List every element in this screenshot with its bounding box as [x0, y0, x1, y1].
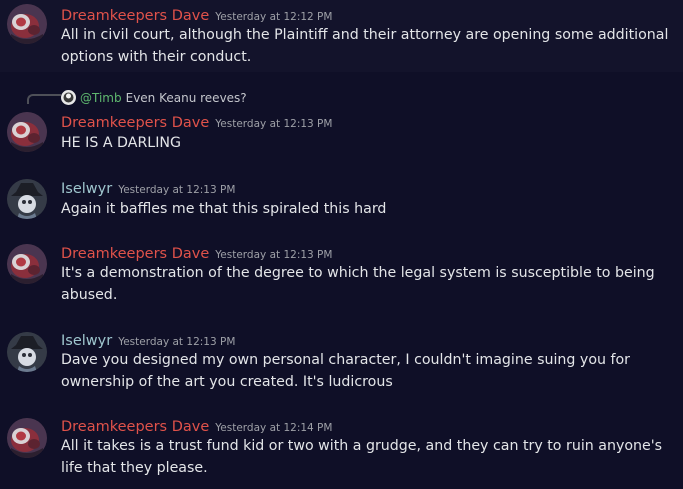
message-item: Dreamkeepers Dave Yesterday at 12:12 PM A…: [0, 0, 683, 72]
avatar-timb: [61, 90, 76, 105]
avatar-dreamkeepers-dave[interactable]: [7, 112, 47, 152]
timestamp[interactable]: Yesterday at 12:13 PM: [215, 249, 332, 261]
message-content: All in civil court, although the Plainti…: [61, 27, 669, 65]
message-header: Iselwyr Yesterday at 12:13 PM: [61, 178, 235, 197]
message-item: Iselwyr Yesterday at 12:13 PM Dave you de…: [0, 327, 683, 399]
username[interactable]: Dreamkeepers Dave: [61, 419, 209, 435]
message-content: All it takes is a trust fund kid or two …: [61, 438, 663, 476]
message-content: It's a demonstration of the degree to wh…: [61, 265, 655, 303]
username[interactable]: Iselwyr: [61, 333, 112, 349]
avatar-iselwyr[interactable]: [7, 179, 47, 219]
username[interactable]: Dreamkeepers Dave: [61, 246, 209, 262]
message-item: Dreamkeepers Dave Yesterday at 12:13 PM I…: [0, 240, 683, 312]
message-header: Dreamkeepers Dave Yesterday at 12:13 PM: [61, 243, 332, 262]
username[interactable]: Iselwyr: [61, 181, 112, 197]
message-header: Dreamkeepers Dave Yesterday at 12:12 PM: [61, 5, 332, 24]
message-header: Dreamkeepers Dave Yesterday at 12:13 PM: [61, 112, 332, 131]
reply-connector: [27, 94, 61, 104]
chat-message-list: Dreamkeepers Dave Yesterday at 12:12 PM A…: [0, 0, 683, 489]
reply-preview[interactable]: @Timb Even Keanu reeves?: [61, 90, 247, 105]
reply-text: Even Keanu reeves?: [125, 90, 247, 105]
avatar-dreamkeepers-dave[interactable]: [7, 244, 47, 284]
reply-mention[interactable]: @Timb: [80, 91, 122, 105]
message-content: HE IS A DARLING: [61, 135, 181, 151]
timestamp[interactable]: Yesterday at 12:14 PM: [215, 422, 332, 434]
message-content: Dave you designed my own personal charac…: [61, 352, 631, 390]
message-item: Iselwyr Yesterday at 12:13 PM Again it ba…: [0, 174, 683, 226]
message-header: Iselwyr Yesterday at 12:13 PM: [61, 330, 235, 349]
message-header: Dreamkeepers Dave Yesterday at 12:14 PM: [61, 416, 332, 435]
timestamp[interactable]: Yesterday at 12:13 PM: [215, 118, 332, 130]
message-content: Again it baffles me that this spiraled t…: [61, 201, 387, 217]
username[interactable]: Dreamkeepers Dave: [61, 8, 209, 24]
username[interactable]: Dreamkeepers Dave: [61, 115, 209, 131]
avatar-iselwyr[interactable]: [7, 332, 47, 372]
timestamp[interactable]: Yesterday at 12:13 PM: [118, 336, 235, 348]
timestamp[interactable]: Yesterday at 12:12 PM: [215, 11, 332, 23]
message-item: Dreamkeepers Dave Yesterday at 12:14 PM A…: [0, 414, 683, 489]
timestamp[interactable]: Yesterday at 12:13 PM: [118, 184, 235, 196]
avatar-dreamkeepers-dave[interactable]: [7, 4, 47, 44]
message-item: @Timb Even Keanu reeves? Dreamkeepers Da…: [0, 86, 683, 156]
avatar-dreamkeepers-dave[interactable]: [7, 418, 47, 458]
